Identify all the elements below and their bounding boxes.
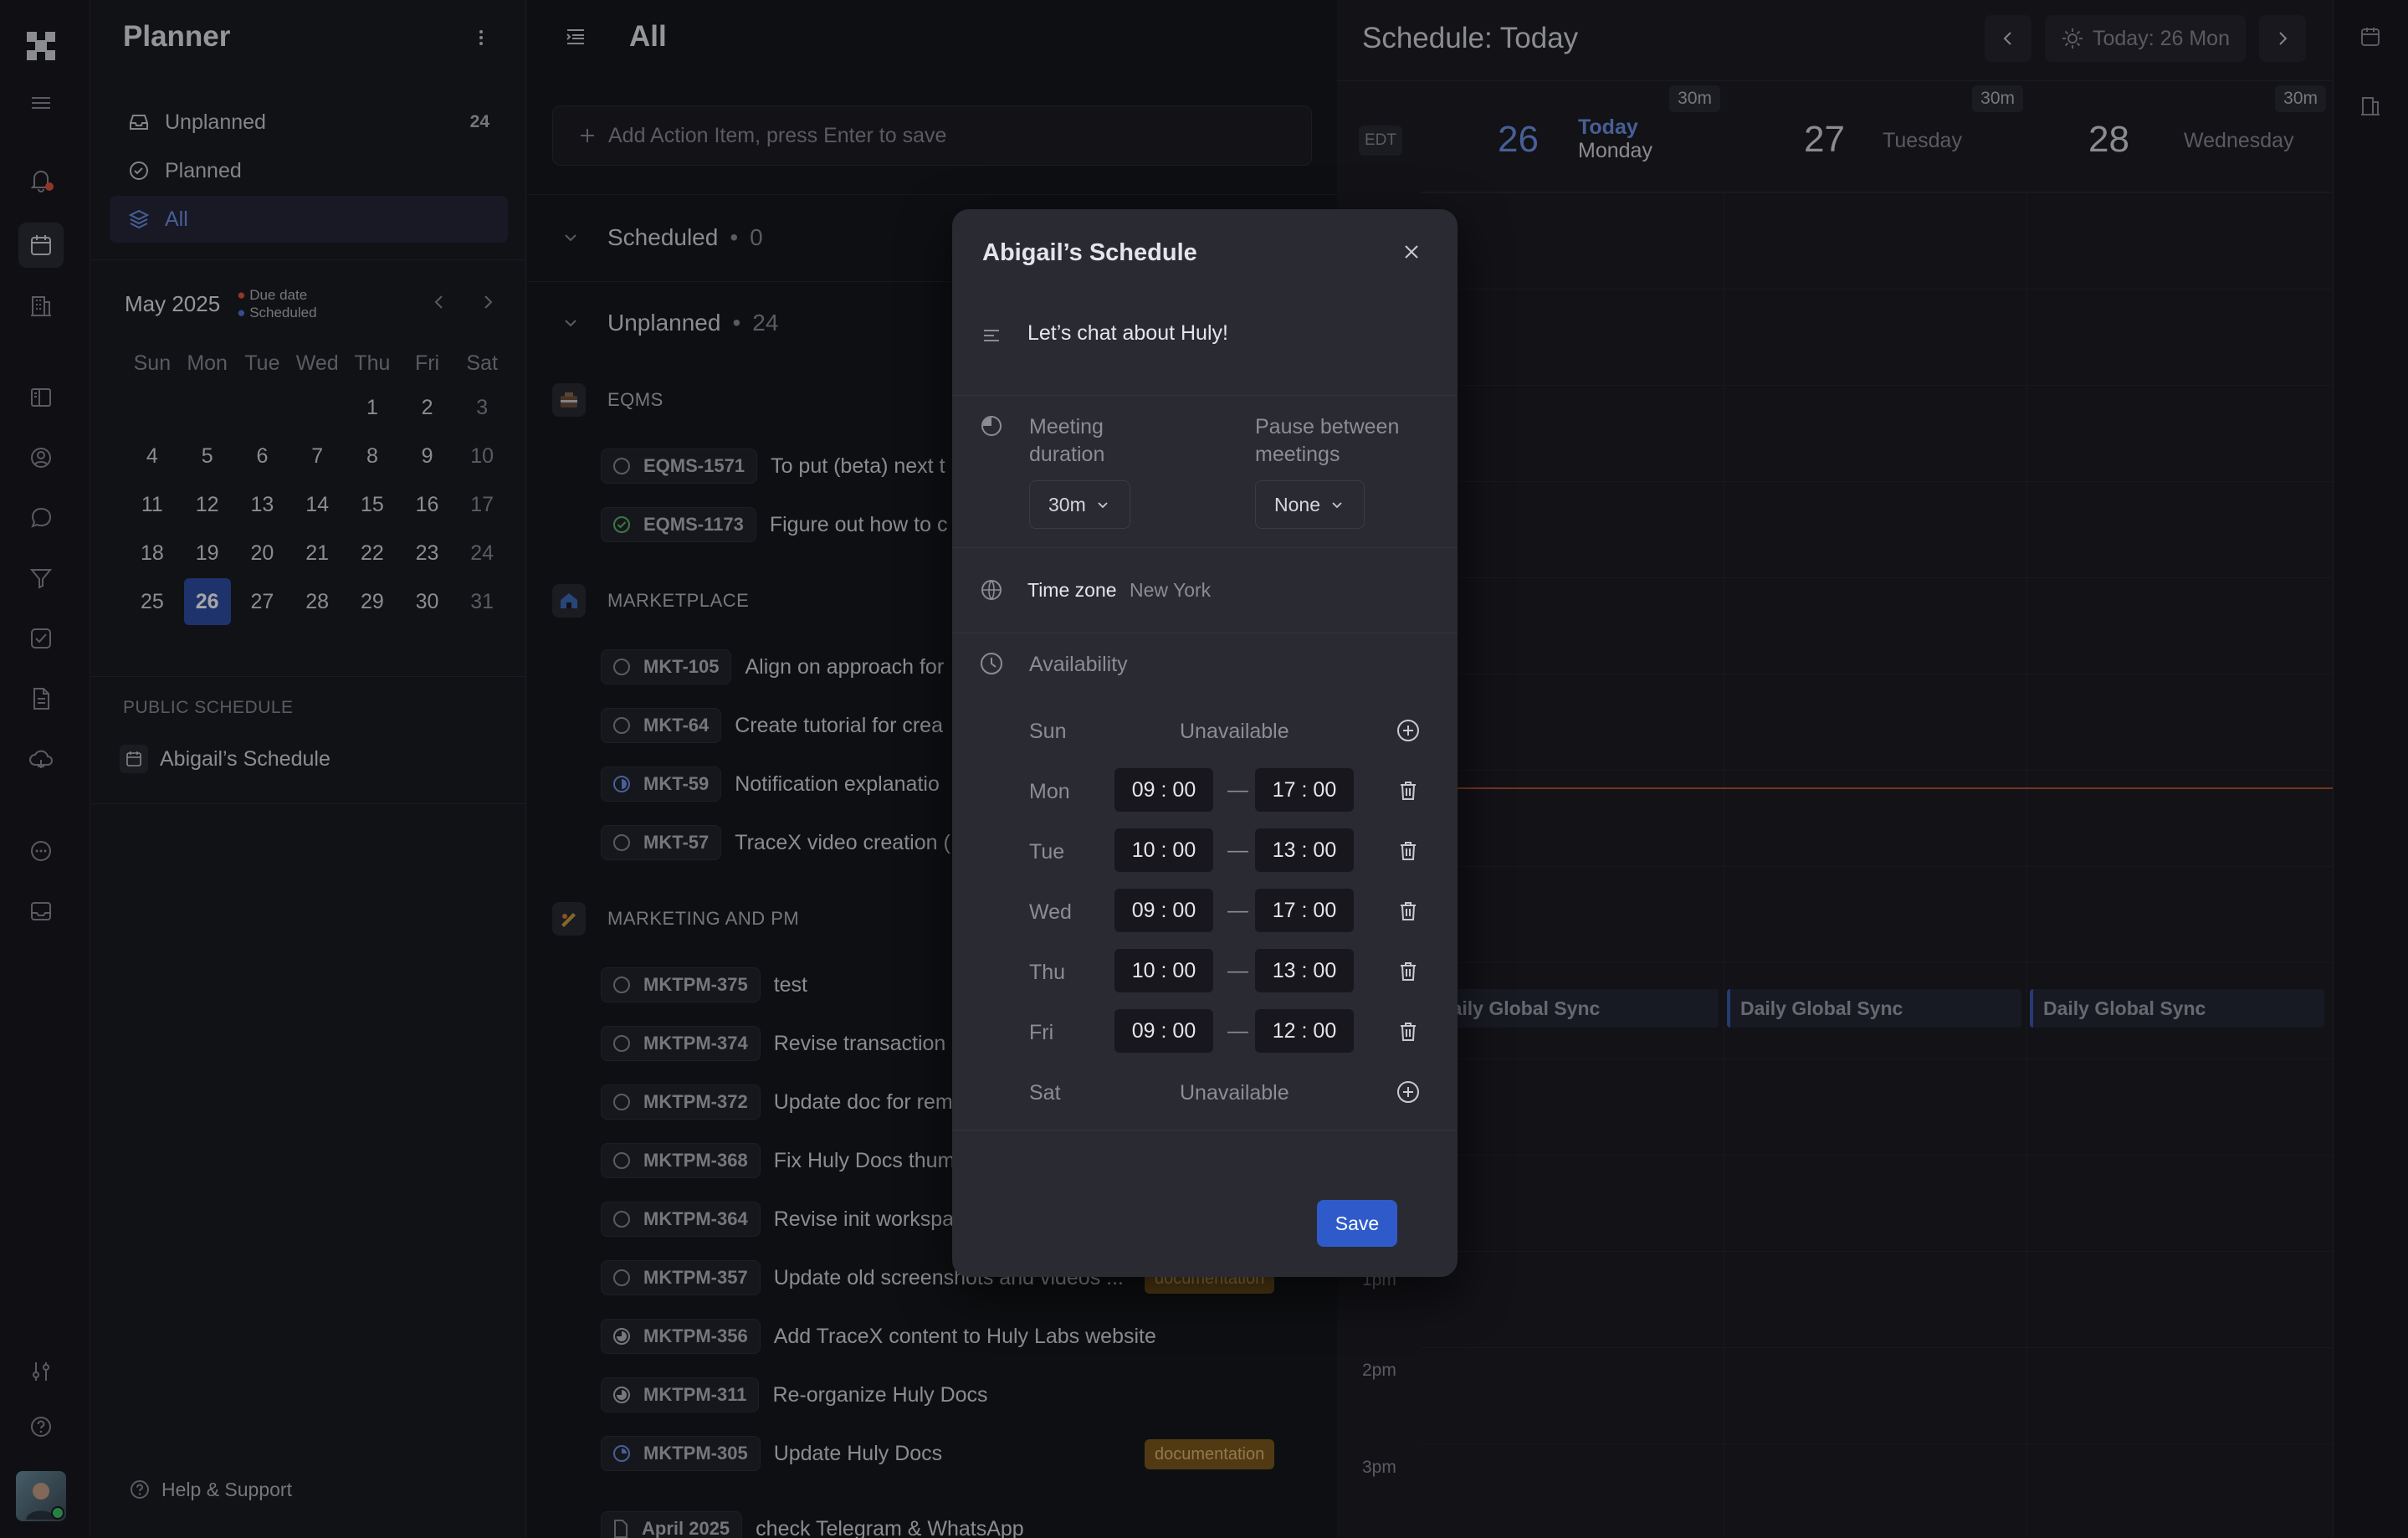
clock-icon (977, 649, 1006, 678)
availability-label: Availability (1029, 653, 1128, 676)
range-dash: — (1227, 778, 1248, 802)
meeting-duration-dropdown[interactable]: 30m (1029, 480, 1130, 529)
description-lines-icon (977, 321, 1006, 350)
availability-day-tue: Tue (1029, 840, 1065, 864)
app-root: Planner Unplanned 24 Planned All May 202… (0, 0, 2408, 1538)
globe-icon (977, 576, 1006, 604)
dialog-title: Abigail’s Schedule (982, 239, 1197, 266)
availability-day-thu: Thu (1029, 961, 1066, 984)
end-time-input[interactable]: 13 : 00 (1255, 949, 1354, 992)
start-time-input[interactable]: 10 : 00 (1114, 828, 1213, 872)
unavailable-label: Unavailable (1180, 1081, 1289, 1105)
availability-day-wed: Wed (1029, 900, 1072, 924)
availability-day-mon: Mon (1029, 780, 1070, 803)
trash-icon[interactable] (1394, 897, 1422, 925)
availability-day-fri: Fri (1029, 1021, 1054, 1044)
range-dash: — (1227, 959, 1248, 982)
range-dash: — (1227, 1019, 1248, 1043)
trash-icon[interactable] (1394, 957, 1422, 986)
range-dash: — (1227, 899, 1248, 922)
chevron-down-icon (1098, 502, 1108, 509)
schedule-description[interactable]: Let’s chat about Huly! (1027, 321, 1228, 346)
pause-label: Pause between meetings (1255, 415, 1400, 466)
unavailable-label: Unavailable (1180, 720, 1289, 743)
schedule-settings-dialog: Abigail’s Schedule Let’s chat about Huly… (952, 209, 1458, 1277)
duration-pie-icon (977, 412, 1006, 440)
range-dash: — (1227, 838, 1248, 862)
close-icon[interactable] (1397, 238, 1426, 266)
timezone-label: Time zone (1027, 579, 1117, 601)
trash-icon[interactable] (1394, 837, 1422, 865)
add-circle-icon[interactable] (1394, 1078, 1422, 1106)
end-time-input[interactable]: 17 : 00 (1255, 889, 1354, 932)
start-time-input[interactable]: 09 : 00 (1114, 768, 1213, 812)
save-button[interactable]: Save (1317, 1200, 1397, 1247)
end-time-input[interactable]: 12 : 00 (1255, 1009, 1354, 1053)
chevron-down-icon (1332, 502, 1342, 509)
availability-day-sun: Sun (1029, 720, 1067, 743)
start-time-input[interactable]: 09 : 00 (1114, 1009, 1213, 1053)
timezone-value[interactable]: New York (1130, 579, 1211, 602)
add-circle-icon[interactable] (1394, 716, 1422, 745)
availability-day-sat: Sat (1029, 1081, 1061, 1105)
trash-icon[interactable] (1394, 777, 1422, 805)
start-time-input[interactable]: 09 : 00 (1114, 889, 1213, 932)
start-time-input[interactable]: 10 : 00 (1114, 949, 1213, 992)
end-time-input[interactable]: 13 : 00 (1255, 828, 1354, 872)
end-time-input[interactable]: 17 : 00 (1255, 768, 1354, 812)
trash-icon[interactable] (1394, 1018, 1422, 1046)
meeting-duration-label: Meeting duration (1029, 415, 1105, 466)
pause-dropdown[interactable]: None (1255, 480, 1365, 529)
